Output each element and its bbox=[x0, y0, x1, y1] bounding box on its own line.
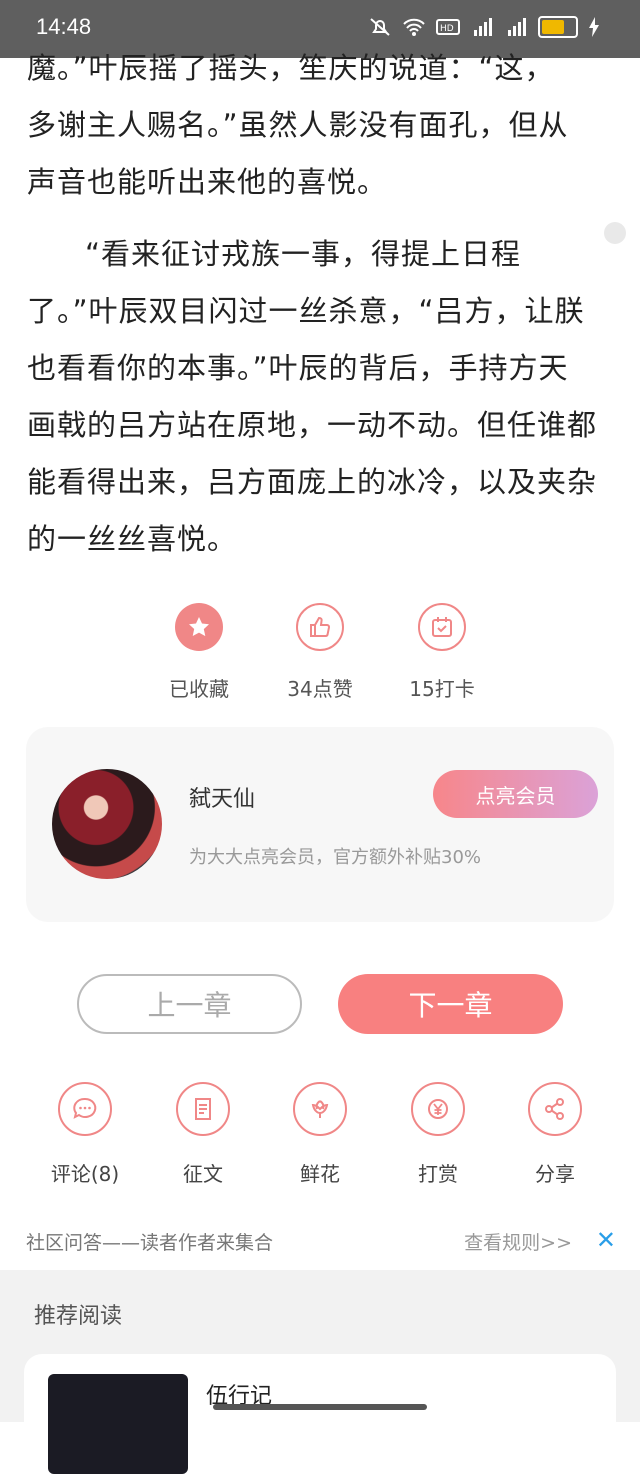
hd-icon: HD bbox=[436, 19, 460, 35]
checkin-label: 15打卡 bbox=[409, 677, 475, 701]
author-name: 弑天仙 bbox=[189, 787, 256, 812]
recommend-section: 推荐阅读 伍行记 bbox=[0, 1270, 640, 1474]
scroll-indicator[interactable] bbox=[604, 222, 626, 244]
member-tip: 为大大点亮会员，官方额外补贴30% bbox=[189, 847, 482, 868]
checkin-action[interactable]: 15打卡 bbox=[382, 603, 502, 702]
member-card: 弑天仙 为大大点亮会员，官方额外补贴30% 点亮会员 bbox=[26, 727, 614, 922]
flower-icon[interactable] bbox=[293, 1082, 347, 1136]
favorite-label: 已收藏 bbox=[169, 677, 229, 701]
comment-icon[interactable] bbox=[58, 1082, 112, 1136]
svg-text:HD: HD bbox=[440, 24, 454, 34]
flower-tool[interactable]: 鲜花 bbox=[270, 1082, 370, 1187]
share-tool[interactable]: 分享 bbox=[505, 1082, 605, 1187]
battery-icon bbox=[538, 16, 578, 38]
recommend-book-card[interactable]: 伍行记 bbox=[24, 1354, 616, 1474]
community-text: 社区问答——读者作者来集合 bbox=[26, 1232, 274, 1254]
favorite-action[interactable]: 已收藏 bbox=[139, 603, 259, 702]
chapter-text: 魔。”叶辰摇了摇头，笙庆的说道：“这， 多谢主人赐名。”虽然人影没有面孔，但从 … bbox=[27, 40, 597, 568]
next-chapter-button[interactable]: 下一章 bbox=[338, 974, 563, 1034]
charging-icon bbox=[589, 17, 599, 37]
star-icon[interactable] bbox=[175, 603, 223, 651]
status-icons: HD bbox=[368, 16, 600, 38]
document-icon[interactable] bbox=[176, 1082, 230, 1136]
share-icon[interactable] bbox=[528, 1082, 582, 1136]
share-label: 分享 bbox=[535, 1162, 575, 1186]
vip-button[interactable]: 点亮会员 bbox=[433, 770, 598, 818]
recommend-title: 推荐阅读 bbox=[34, 1304, 123, 1329]
paragraph-line: 声音也能听出来他的喜悦。 bbox=[27, 165, 388, 199]
paragraph: “看来征讨戎族一事，得提上日程了。”叶辰双目闪过一丝杀意，“吕方，让朕也看看你的… bbox=[27, 237, 598, 556]
view-rules-link[interactable]: 查看规则>> bbox=[464, 1228, 572, 1255]
comment-tool[interactable]: 评论(8) bbox=[35, 1082, 135, 1187]
mute-icon bbox=[370, 18, 390, 36]
thumbs-up-icon[interactable] bbox=[296, 603, 344, 651]
home-indicator[interactable] bbox=[213, 1404, 427, 1410]
paragraph-line: 多谢主人赐名。”虽然人影没有面孔，但从 bbox=[27, 108, 569, 142]
reward-label: 打赏 bbox=[418, 1162, 458, 1186]
avatar[interactable] bbox=[52, 769, 162, 879]
essay-label: 征文 bbox=[183, 1162, 223, 1186]
signal-5g-icon-2 bbox=[508, 18, 526, 36]
prev-chapter-button[interactable]: 上一章 bbox=[77, 974, 302, 1034]
wifi-icon bbox=[403, 18, 425, 36]
close-icon[interactable]: ✕ bbox=[596, 1226, 616, 1254]
reward-tool[interactable]: 打赏 bbox=[388, 1082, 488, 1187]
like-action[interactable]: 34点赞 bbox=[260, 603, 380, 702]
essay-tool[interactable]: 征文 bbox=[153, 1082, 253, 1187]
calendar-check-icon[interactable] bbox=[418, 603, 466, 651]
flower-label: 鲜花 bbox=[300, 1162, 340, 1186]
signal-5g-icon bbox=[474, 18, 492, 36]
like-label: 34点赞 bbox=[287, 677, 353, 701]
paragraph-line: 魔。”叶辰摇了摇头，笙庆的说道：“这， bbox=[27, 51, 555, 85]
community-banner[interactable]: 社区问答——读者作者来集合 查看规则>> ✕ bbox=[26, 1226, 616, 1262]
comment-label: 评论(8) bbox=[50, 1162, 120, 1186]
status-time: 14:48 bbox=[36, 14, 92, 39]
yen-coin-icon[interactable] bbox=[411, 1082, 465, 1136]
book-cover[interactable] bbox=[48, 1374, 188, 1474]
